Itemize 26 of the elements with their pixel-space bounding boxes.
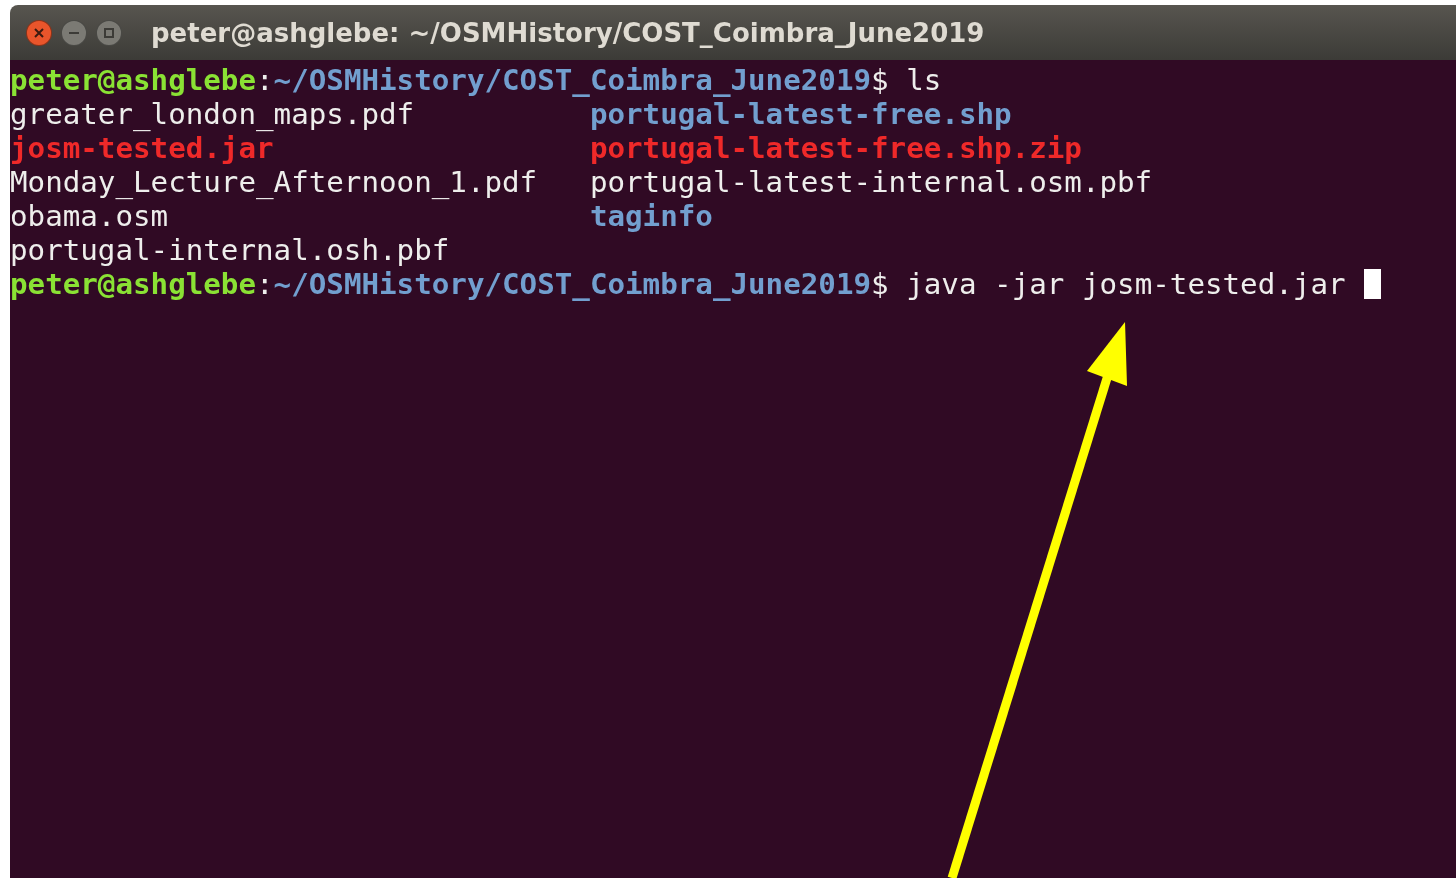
command-text: ls bbox=[906, 63, 942, 97]
file-name: josm-tested.jar bbox=[10, 131, 274, 165]
prompt-separator: : bbox=[256, 267, 274, 301]
prompt-path: ~/OSMHistory/COST_Coimbra_June2019 bbox=[273, 267, 872, 301]
file-name: Monday_Lecture_Afternoon_1.pdf bbox=[10, 165, 538, 199]
maximize-button[interactable] bbox=[96, 19, 122, 46]
file-name: greater_london_maps.pdf bbox=[10, 97, 415, 131]
close-button[interactable] bbox=[26, 19, 52, 46]
prompt-symbol: $ bbox=[871, 63, 889, 97]
close-icon bbox=[33, 26, 45, 39]
file-name: taginfo bbox=[589, 199, 713, 233]
prompt-path: ~/OSMHistory/COST_Coimbra_June2019 bbox=[273, 63, 872, 97]
minimize-button[interactable] bbox=[61, 19, 87, 46]
prompt-user: peter@ashglebe bbox=[10, 267, 256, 301]
file-name: portugal-latest-free.shp bbox=[589, 97, 1012, 131]
file-name: portugal-latest-free.shp.zip bbox=[589, 131, 1082, 165]
command-text: java -jar josm-tested.jar bbox=[906, 267, 1346, 301]
prompt-separator: : bbox=[256, 63, 274, 97]
file-name: portugal-internal.osh.pbf bbox=[10, 233, 450, 267]
prompt-symbol: $ bbox=[871, 267, 889, 301]
window-title: peter@ashglebe: ~/OSMHistory/COST_Coimbra_June2019 bbox=[151, 17, 985, 48]
text-cursor bbox=[1363, 269, 1381, 299]
prompt-user: peter@ashglebe bbox=[10, 63, 256, 97]
file-name: obama.osm bbox=[10, 199, 169, 233]
file-name: portugal-latest-internal.osm.pbf bbox=[589, 165, 1153, 199]
maximize-icon bbox=[103, 26, 115, 39]
